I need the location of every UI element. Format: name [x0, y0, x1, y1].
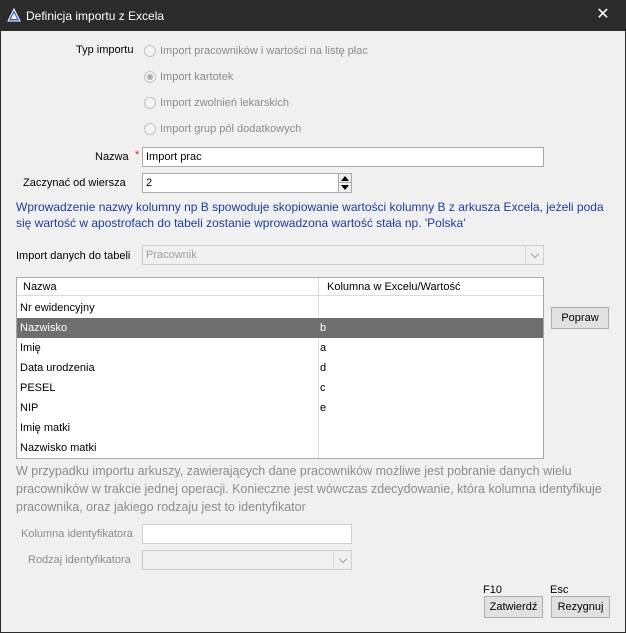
- app-icon: [7, 8, 21, 22]
- rezygnuj-button[interactable]: Rezygnuj: [551, 596, 610, 618]
- grid-header: Nazwa Kolumna w Excelu/Wartość: [17, 278, 543, 296]
- cell-name: PESEL: [20, 382, 56, 394]
- rodzaj-id-combo[interactable]: [142, 550, 352, 570]
- popraw-button[interactable]: Popraw: [551, 307, 609, 329]
- radio-label: Import grup pól dodatkowych: [160, 123, 302, 135]
- spin-up-button[interactable]: [339, 174, 351, 183]
- chevron-down-icon: [530, 249, 539, 258]
- rodzaj-id-label: Rodzaj identyfikatora: [28, 554, 131, 566]
- cell-value[interactable]: e: [320, 402, 326, 414]
- close-button[interactable]: ✕: [590, 4, 616, 26]
- cell-name: Nr ewidencyjny: [20, 302, 95, 314]
- radio-label: Import pracowników i wartości na listę p…: [160, 45, 368, 57]
- table-row[interactable]: Nazwisko matki: [17, 438, 543, 458]
- zaczynac-spinner[interactable]: [338, 173, 352, 193]
- radio-circle: [144, 97, 156, 109]
- import-tabela-label: Import danych do tabeli: [16, 250, 131, 262]
- radio-circle: [144, 123, 156, 135]
- window-title: Definicja importu z Excela: [26, 9, 165, 23]
- radio-label: Import kartotek: [160, 71, 234, 83]
- zaczynac-input[interactable]: 2: [142, 173, 339, 193]
- table-row[interactable]: Imię a: [17, 338, 543, 358]
- nazwa-input[interactable]: Import prac: [142, 147, 544, 167]
- table-row-selected[interactable]: Nazwisko b: [17, 318, 543, 338]
- cell-value[interactable]: a: [320, 342, 326, 354]
- combo-dropdown-button[interactable]: [333, 551, 351, 569]
- triangle-up-icon: [341, 175, 349, 181]
- dialog-client: Typ importu Import pracowników i wartośc…: [1, 31, 625, 632]
- spin-down-button[interactable]: [339, 183, 351, 192]
- kolumna-id-input[interactable]: [142, 524, 352, 544]
- description-text: W przypadku importu arkuszy, zawierający…: [16, 464, 602, 514]
- kolumna-id-label: Kolumna identyfikatora: [21, 528, 133, 540]
- cell-name: Nazwisko matki: [20, 442, 97, 454]
- table-row[interactable]: Data urodzenia d: [17, 358, 543, 378]
- radio-circle-checked: [144, 71, 156, 83]
- info-text: Wprowadzenie nazwy kolumny np B spowoduj…: [16, 200, 604, 230]
- triangle-down-icon: [341, 185, 349, 190]
- import-tabela-value: Pracownik: [146, 249, 197, 261]
- table-row[interactable]: NIP e: [17, 398, 543, 418]
- mapping-grid[interactable]: Nazwa Kolumna w Excelu/Wartość Nr ewiden…: [16, 277, 544, 459]
- radio-label: Import zwolnień lekarskich: [160, 97, 289, 109]
- radio-import-pracownikow[interactable]: Import pracowników i wartości na listę p…: [144, 43, 368, 59]
- close-icon: ✕: [596, 6, 610, 23]
- header-nazwa[interactable]: Nazwa: [23, 281, 57, 293]
- title-bar[interactable]: Definicja importu z Excela ✕: [0, 0, 626, 31]
- required-mark: *: [135, 149, 140, 161]
- cell-value[interactable]: d: [320, 362, 326, 374]
- cell-name: Imię matki: [20, 422, 71, 434]
- cell-name: Data urodzenia: [20, 362, 95, 374]
- cell-value[interactable]: c: [320, 382, 326, 394]
- cell-value[interactable]: b: [320, 322, 326, 334]
- cell-name: Nazwisko: [20, 322, 68, 334]
- radio-import-kartotek[interactable]: Import kartotek: [144, 69, 233, 85]
- typ-importu-label: Typ importu: [76, 44, 134, 56]
- zatwierdz-button[interactable]: Zatwierdź: [484, 596, 543, 618]
- radio-import-grup-pol[interactable]: Import grup pól dodatkowych: [144, 121, 301, 137]
- dialog-window: Definicja importu z Excela ✕ Typ importu…: [0, 0, 626, 633]
- combo-dropdown-button[interactable]: [525, 246, 543, 264]
- table-row[interactable]: Nr ewidencyjny: [17, 298, 543, 318]
- radio-circle: [144, 45, 156, 57]
- radio-import-zwolnien[interactable]: Import zwolnień lekarskich: [144, 95, 289, 111]
- import-tabela-combo[interactable]: Pracownik: [142, 245, 544, 265]
- zaczynac-label: Zaczynać od wiersza: [23, 177, 126, 189]
- table-row[interactable]: Imię matki: [17, 418, 543, 438]
- table-row[interactable]: PESEL c: [17, 378, 543, 398]
- cell-name: Imię: [20, 342, 41, 354]
- cell-name: NIP: [20, 402, 39, 414]
- chevron-down-icon: [338, 554, 347, 563]
- rezygnuj-shortcut: Esc: [550, 584, 569, 596]
- zatwierdz-shortcut: F10: [483, 584, 502, 596]
- nazwa-label: Nazwa: [95, 151, 129, 163]
- header-kolumna[interactable]: Kolumna w Excelu/Wartość: [327, 281, 460, 293]
